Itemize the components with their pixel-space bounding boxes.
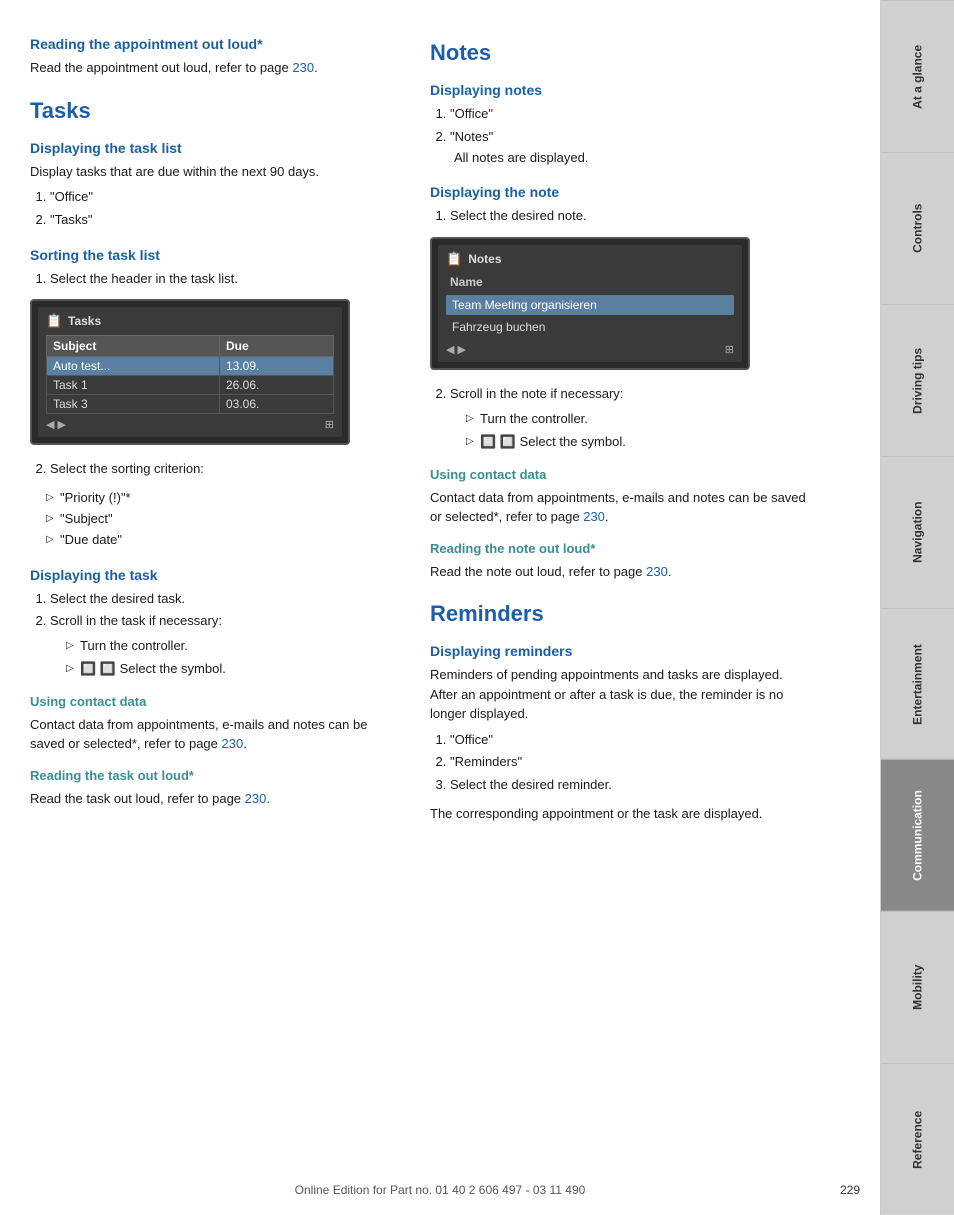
screen-nav-controls: ◀ ▶ ⊞ [46, 418, 334, 431]
displaying-note-step2-list: Scroll in the note if necessary: Turn th… [430, 384, 810, 452]
task-due: 03.06. [219, 395, 333, 414]
list-item: Select the header in the task list. [50, 269, 400, 290]
list-item: "Notes" All notes are displayed. [450, 127, 810, 169]
list-item: 🔲 🔲 Select the symbol. [66, 659, 400, 680]
list-item: Select the sorting criterion: [50, 459, 400, 480]
display-task-list-body: Display tasks that are due within the ne… [30, 162, 400, 182]
table-row: Task 3 03.06. [47, 395, 334, 414]
reminders-heading: Reminders [430, 601, 810, 627]
list-item: Turn the controller. [466, 409, 810, 430]
notes-heading: Notes [430, 40, 810, 66]
display-task-list-heading: Displaying the task list [30, 140, 400, 156]
tasks-screen-mockup: 📋 Tasks Subject Due Auto test... [30, 299, 350, 445]
notes-screen-mockup: 📋 Notes Name Team Meeting organisieren F… [430, 237, 750, 370]
sidebar-tabs: At a glance Controls Driving tips Naviga… [880, 0, 954, 1215]
list-item: Turn the controller. [66, 636, 400, 657]
displaying-notes-steps: "Office" "Notes" All notes are displayed… [430, 104, 810, 168]
sidebar-item-reference[interactable]: Reference [881, 1063, 954, 1215]
tasks-table: Subject Due Auto test... 13.09. Task 1 [46, 335, 334, 414]
list-item: "Priority (!)"* [46, 488, 400, 509]
sidebar-item-at-a-glance[interactable]: At a glance [881, 0, 954, 152]
display-task-heading: Displaying the task [30, 567, 400, 583]
sort-task-heading: Sorting the task list [30, 247, 400, 263]
list-item: "Due date" [46, 530, 400, 551]
reading-appointment-link[interactable]: 230 [292, 60, 314, 75]
reading-note-body: Read the note out loud, refer to page 23… [430, 562, 810, 582]
sidebar-item-controls[interactable]: Controls [881, 152, 954, 304]
displaying-reminders-heading: Displaying reminders [430, 643, 810, 659]
list-item: 🔲 🔲 Select the symbol. [466, 432, 810, 453]
reading-note-link[interactable]: 230 [646, 564, 668, 579]
displaying-note-bullets: Turn the controller. 🔲 🔲 Select the symb… [450, 409, 810, 453]
list-item: "Office" [450, 730, 810, 751]
reading-task-link[interactable]: 230 [245, 791, 267, 806]
sidebar-item-driving-tips[interactable]: Driving tips [881, 304, 954, 456]
list-item: "Subject" [46, 509, 400, 530]
task-due: 26.06. [219, 376, 333, 395]
tasks-heading: Tasks [30, 98, 400, 124]
table-row: Auto test... 13.09. [47, 357, 334, 376]
table-row: Task 1 26.06. [47, 376, 334, 395]
reading-appointment-heading: Reading the appointment out loud* [30, 36, 400, 52]
task-subject: Task 1 [47, 376, 220, 395]
sort-bullets: "Priority (!)"* "Subject" "Due date" [30, 488, 400, 550]
displaying-note-heading: Displaying the note [430, 184, 810, 200]
note-item-1: Team Meeting organisieren [446, 295, 734, 315]
task-subject: Auto test... [47, 357, 220, 376]
name-col-header: Name [446, 273, 734, 291]
using-contact-right-body: Contact data from appointments, e-mails … [430, 488, 810, 527]
list-item: "Reminders" [450, 752, 810, 773]
subject-col-header: Subject [47, 336, 220, 357]
reading-task-body: Read the task out loud, refer to page 23… [30, 789, 400, 809]
list-item: Scroll in the task if necessary: Turn th… [50, 611, 400, 679]
list-item: "Office" [450, 104, 810, 125]
sidebar-item-communication[interactable]: Communication [881, 759, 954, 911]
using-contact-left-link[interactable]: 230 [222, 736, 244, 751]
footer-text: Online Edition for Part no. 01 40 2 606 … [0, 1183, 880, 1197]
using-contact-right-heading: Using contact data [430, 467, 810, 482]
using-contact-left-body: Contact data from appointments, e-mails … [30, 715, 400, 754]
display-task-steps: Select the desired task. Scroll in the t… [30, 589, 400, 680]
using-contact-right-link[interactable]: 230 [583, 509, 605, 524]
display-task-list-steps: "Office" "Tasks" [30, 187, 400, 231]
list-item: "Tasks" [50, 210, 400, 231]
list-item: "Office" [50, 187, 400, 208]
notes-screen-title: Notes [468, 252, 501, 266]
task-due: 13.09. [219, 357, 333, 376]
sidebar-item-navigation[interactable]: Navigation [881, 456, 954, 608]
reminders-steps: "Office" "Reminders" Select the desired … [430, 730, 810, 796]
tasks-screen-title: Tasks [68, 314, 101, 328]
displaying-notes-heading: Displaying notes [430, 82, 810, 98]
sidebar-item-entertainment[interactable]: Entertainment [881, 608, 954, 760]
displaying-note-step1: Select the desired note. [430, 206, 810, 227]
reminders-after-text: The corresponding appointment or the tas… [430, 804, 810, 824]
due-col-header: Due [219, 336, 333, 357]
using-contact-left-heading: Using contact data [30, 694, 400, 709]
displaying-reminders-body: Reminders of pending appointments and ta… [430, 665, 810, 724]
tasks-screen-icon: 📋 [46, 313, 62, 329]
list-item: Select the desired task. [50, 589, 400, 610]
reading-task-heading: Reading the task out loud* [30, 768, 400, 783]
sort-step2-list: Select the sorting criterion: [30, 459, 400, 480]
display-task-bullets: Turn the controller. 🔲 🔲 Select the symb… [50, 636, 400, 680]
list-item: Select the desired reminder. [450, 775, 810, 796]
list-item: Select the desired note. [450, 206, 810, 227]
screen-nav-notes: ◀ ▶ ⊞ [446, 343, 734, 356]
sidebar-item-mobility[interactable]: Mobility [881, 911, 954, 1063]
reading-appointment-body: Read the appointment out loud, refer to … [30, 58, 400, 78]
all-notes-text: All notes are displayed. [450, 150, 588, 165]
note-item-2: Fahrzeug buchen [446, 317, 734, 337]
task-subject: Task 3 [47, 395, 220, 414]
sort-task-step1-list: Select the header in the task list. [30, 269, 400, 290]
list-item: Scroll in the note if necessary: Turn th… [450, 384, 810, 452]
reading-note-heading: Reading the note out loud* [430, 541, 810, 556]
notes-screen-icon: 📋 [446, 251, 462, 267]
